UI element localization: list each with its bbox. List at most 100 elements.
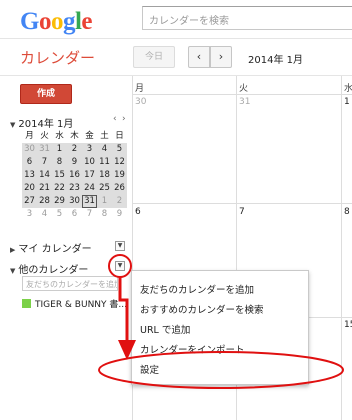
day-number[interactable]: 8: [344, 207, 350, 217]
grid-line: [341, 76, 342, 420]
mini-day[interactable]: 31: [37, 143, 52, 156]
day-number[interactable]: 31: [239, 97, 250, 107]
mini-weekday: 土: [100, 131, 109, 141]
mini-next-icon[interactable]: ›: [122, 114, 126, 124]
mini-day[interactable]: 23: [67, 182, 82, 195]
google-logo[interactable]: Google: [20, 8, 92, 36]
mini-day[interactable]: 9: [67, 156, 82, 169]
mini-day[interactable]: 4: [37, 208, 52, 221]
mini-prev-icon[interactable]: ‹: [113, 114, 117, 124]
mini-day[interactable]: 28: [37, 195, 52, 208]
prev-button[interactable]: ‹: [188, 46, 210, 68]
mini-weekday: 日: [115, 131, 124, 141]
create-button[interactable]: 作成: [20, 84, 72, 104]
logo-letter: g: [62, 8, 76, 35]
triangle-down-icon: ▼: [10, 121, 16, 129]
add-friend-placeholder: 友だちのカレンダーを追加: [26, 280, 118, 289]
search-placeholder: カレンダーを検索: [149, 16, 229, 27]
mini-day[interactable]: 13: [22, 169, 37, 182]
logo-letter: o: [50, 8, 64, 35]
mini-day[interactable]: 27: [22, 195, 37, 208]
my-calendars-dropdown-icon[interactable]: ▼: [115, 241, 125, 251]
mini-day[interactable]: 10: [82, 156, 97, 169]
mini-week-row: 13 14 15 16 17 18 19: [22, 169, 128, 182]
mini-day[interactable]: 1: [97, 195, 112, 208]
day-number[interactable]: 1: [344, 97, 350, 107]
day-number[interactable]: 15: [344, 320, 352, 330]
mini-day[interactable]: 24: [82, 182, 97, 195]
mini-weekday: 金: [85, 131, 94, 141]
mini-day[interactable]: 15: [52, 169, 67, 182]
mini-day[interactable]: 5: [112, 143, 127, 156]
calendar-list-item[interactable]: TIGER & BUNNY 書...: [22, 297, 127, 310]
mini-day[interactable]: 14: [37, 169, 52, 182]
day-number[interactable]: 30: [135, 97, 146, 107]
today-button[interactable]: 今日: [133, 46, 175, 68]
mini-weekday: 水: [55, 131, 64, 141]
mini-day[interactable]: 1: [52, 143, 67, 156]
menu-item-add-by-url[interactable]: URL で追加: [140, 322, 190, 336]
other-calendars-label: 他のカレンダー: [18, 265, 89, 276]
mini-day[interactable]: 11: [97, 156, 112, 169]
menu-item-add-friend[interactable]: 友だちのカレンダーを追加: [140, 282, 254, 296]
chevron-right-icon: ›: [218, 50, 224, 63]
mini-day[interactable]: 17: [82, 169, 97, 182]
add-friend-calendar-input[interactable]: 友だちのカレンダーを追加: [22, 276, 118, 291]
other-calendars-toggle[interactable]: ▼ 他のカレンダー: [10, 261, 88, 276]
mini-calendar-month: 2014年 1月: [18, 119, 74, 130]
mini-day[interactable]: 2: [67, 143, 82, 156]
my-calendars-label: マイ カレンダー: [18, 244, 92, 255]
mini-day[interactable]: 3: [82, 143, 97, 156]
menu-item-browse-calendars[interactable]: おすすめのカレンダーを検索: [140, 302, 264, 316]
mini-day[interactable]: 4: [97, 143, 112, 156]
mini-day[interactable]: 7: [82, 208, 97, 221]
mini-day[interactable]: 6: [67, 208, 82, 221]
mini-day[interactable]: 29: [52, 195, 67, 208]
other-calendars-dropdown-icon[interactable]: ▼: [115, 261, 125, 271]
other-calendars-menu: 友だちのカレンダーを追加 おすすめのカレンダーを検索 URL で追加 カレンダー…: [131, 270, 309, 385]
triangle-down-icon: ▼: [10, 267, 16, 275]
logo-letter: G: [20, 8, 39, 35]
mini-day[interactable]: 2: [112, 195, 127, 208]
mini-day[interactable]: 9: [112, 208, 127, 221]
grid-line: [132, 203, 352, 204]
mini-weekday: 月: [25, 131, 34, 141]
day-number[interactable]: 6: [135, 207, 141, 217]
mini-day[interactable]: 8: [52, 156, 67, 169]
search-input[interactable]: カレンダーを検索: [142, 6, 352, 30]
menu-item-import[interactable]: カレンダーをインポート: [140, 342, 245, 356]
mini-day[interactable]: 20: [22, 182, 37, 195]
next-button[interactable]: ›: [210, 46, 232, 68]
mini-weekday-row: 月 火 水 木 金 土 日: [22, 130, 128, 143]
mini-day[interactable]: 5: [52, 208, 67, 221]
chevron-left-icon: ‹: [196, 50, 202, 63]
mini-day[interactable]: 19: [112, 169, 127, 182]
current-period: 2014年 1月: [248, 55, 303, 66]
mini-weekday: 木: [70, 131, 79, 141]
mini-day[interactable]: 25: [97, 182, 112, 195]
mini-day-today[interactable]: 31: [82, 195, 97, 208]
day-header: 月: [135, 84, 145, 94]
mini-day[interactable]: 22: [52, 182, 67, 195]
mini-week-row: 30 31 1 2 3 4 5: [22, 143, 128, 156]
mini-day[interactable]: 7: [37, 156, 52, 169]
mini-day[interactable]: 30: [67, 195, 82, 208]
mini-day[interactable]: 12: [112, 156, 127, 169]
day-number[interactable]: 7: [239, 207, 245, 217]
mini-day[interactable]: 30: [22, 143, 37, 156]
logo-letter: e: [81, 8, 93, 35]
mini-calendar-title[interactable]: ▼ 2014年 1月: [10, 115, 73, 130]
mini-day[interactable]: 21: [37, 182, 52, 195]
mini-day[interactable]: 16: [67, 169, 82, 182]
mini-day[interactable]: 8: [97, 208, 112, 221]
mini-day[interactable]: 18: [97, 169, 112, 182]
menu-item-settings[interactable]: 設定: [140, 362, 159, 376]
mini-day[interactable]: 6: [22, 156, 37, 169]
my-calendars-toggle[interactable]: ▶ マイ カレンダー: [10, 240, 92, 255]
mini-day[interactable]: 3: [22, 208, 37, 221]
mini-week-row: 6 7 8 9 10 11 12: [22, 156, 128, 169]
mini-day[interactable]: 26: [112, 182, 127, 195]
mini-calendar-grid: 月 火 水 木 金 土 日 30 31 1 2 3 4 5 6 7 8 9 10…: [22, 130, 128, 221]
triangle-right-icon: ▶: [10, 246, 16, 254]
mini-week-row: 20 21 22 23 24 25 26: [22, 182, 128, 195]
